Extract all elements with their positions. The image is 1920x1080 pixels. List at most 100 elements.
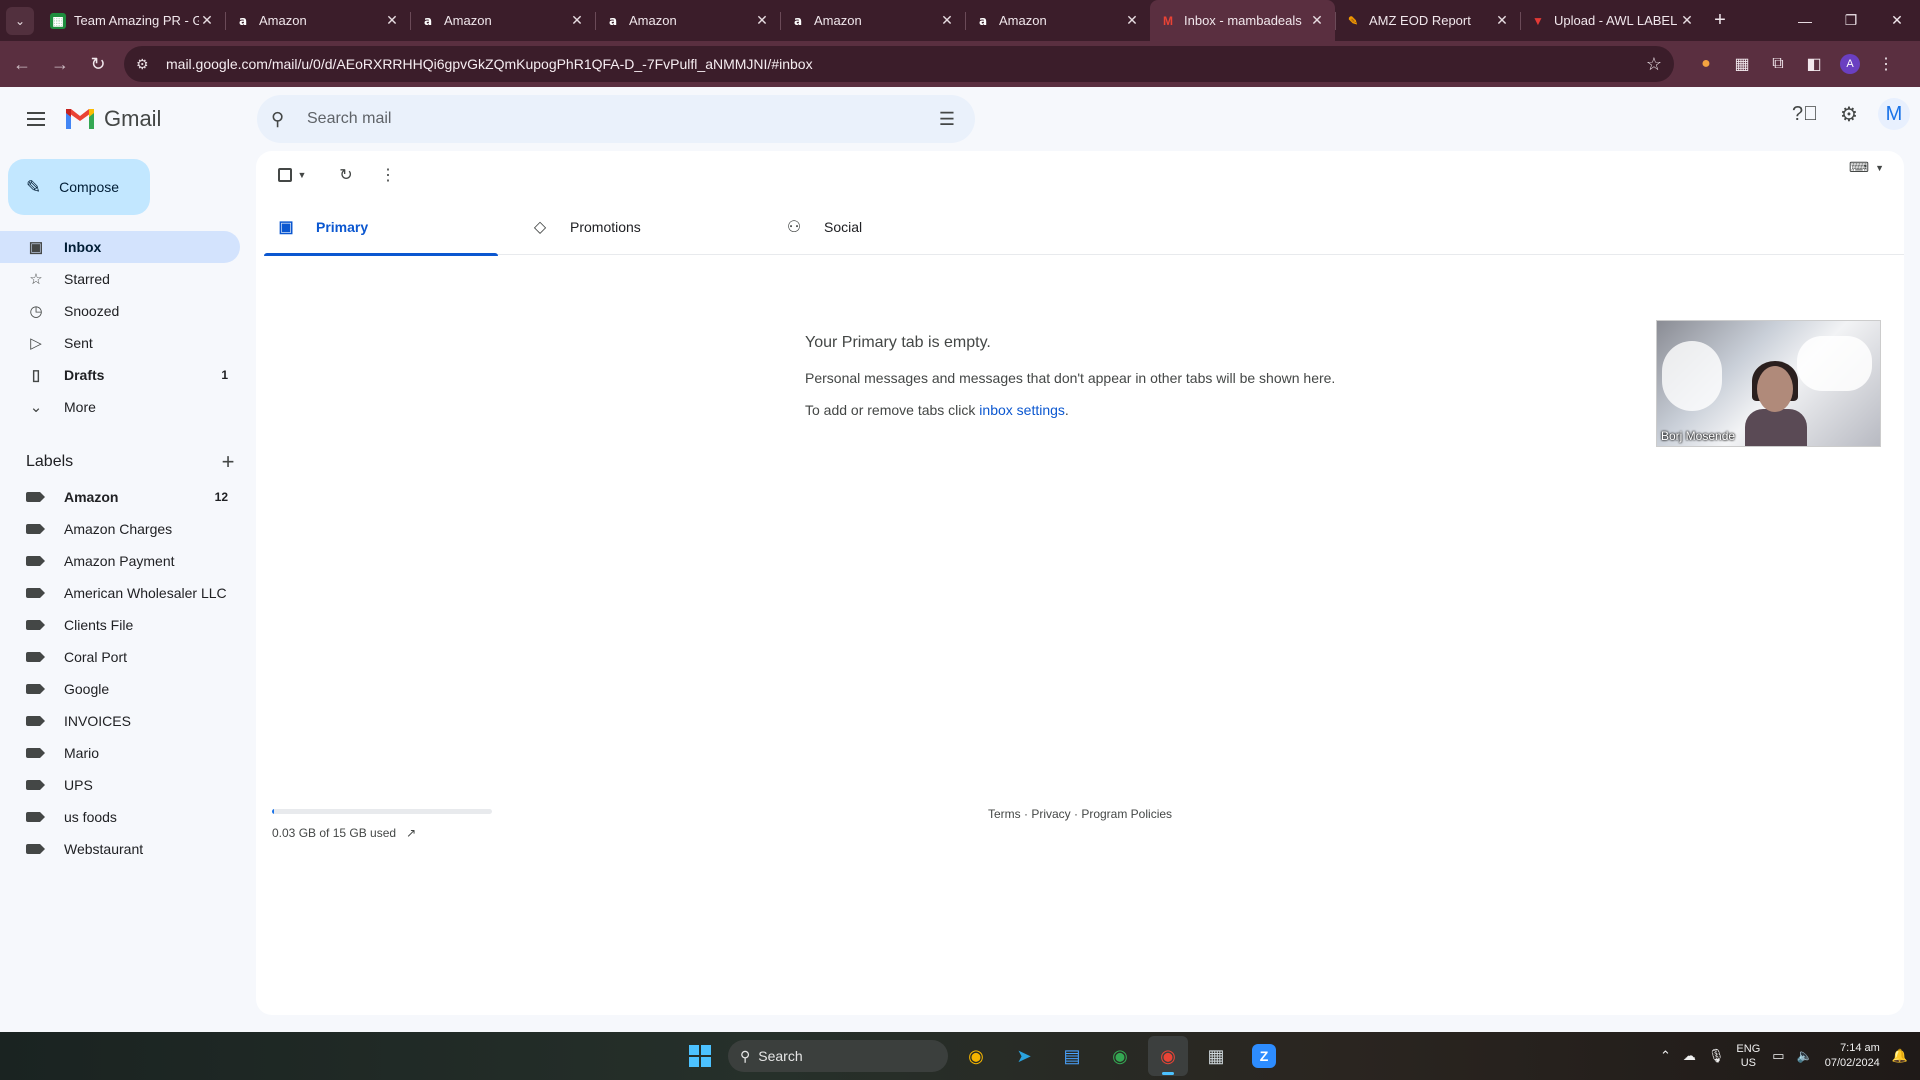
tab-promotions[interactable]: ◇ Promotions <box>518 199 772 255</box>
system-clock[interactable]: 7:14 am 07/02/2024 <box>1825 1041 1880 1071</box>
address-bar[interactable]: ⚙ mail.google.com/mail/u/0/d/AEoRXRRHHQi… <box>124 46 1674 82</box>
sidebar-item-sent[interactable]: ▷ Sent <box>0 327 240 359</box>
url-text[interactable]: mail.google.com/mail/u/0/d/AEoRXRRHHQi6g… <box>166 56 1646 72</box>
upload-icon: ▼ <box>1532 13 1544 28</box>
bookmark-star-icon[interactable]: ☆ <box>1646 54 1662 75</box>
forward-button[interactable]: → <box>44 48 76 80</box>
help-icon[interactable]: ?⃝ <box>1786 95 1824 133</box>
chrome-icon[interactable]: ◉ <box>1100 1036 1140 1076</box>
calculator-icon[interactable]: ▦ <box>1196 1036 1236 1076</box>
sidebar-item-more[interactable]: ⌄ More <box>0 391 240 423</box>
reload-button[interactable]: ↻ <box>82 48 114 80</box>
browser-tab-active[interactable]: M Inbox - mambadeals ✕ <box>1150 0 1335 41</box>
select-all-checkbox[interactable]: ▼ <box>272 155 312 195</box>
close-icon[interactable]: ✕ <box>199 12 215 29</box>
extension-orange-icon[interactable]: ● <box>1688 55 1724 73</box>
sidebar-label-amazon-payment[interactable]: Amazon Payment <box>0 545 240 577</box>
sidebar-label-webstaurant[interactable]: Webstaurant <box>0 833 240 865</box>
language-indicator[interactable]: ENG US <box>1736 1042 1760 1070</box>
chrome-icon[interactable]: ◉ <box>956 1036 996 1076</box>
inbox-settings-link[interactable]: inbox settings <box>979 402 1065 418</box>
caret-down-icon: ▼ <box>1875 162 1884 173</box>
close-icon[interactable]: ✕ <box>384 12 400 29</box>
sidebar-label-ups[interactable]: UPS <box>0 769 240 801</box>
microphone-icon[interactable]: 🎙 <box>1708 1048 1725 1064</box>
tab-social[interactable]: ⚇ Social <box>772 199 1026 255</box>
cloud-off-icon[interactable]: ☁ <box>1683 1048 1696 1064</box>
side-panel-icon[interactable]: ◧ <box>1796 54 1832 74</box>
sidebar-label-coral-port[interactable]: Coral Port <box>0 641 240 673</box>
close-icon[interactable]: ✕ <box>754 12 770 29</box>
sidebar-label-google[interactable]: Google <box>0 673 240 705</box>
browser-tab[interactable]: ▼ Upload - AWL LABEL ✕ <box>1520 0 1705 41</box>
browser-tab[interactable]: ▦ Team Amazing PR - G ✕ <box>40 0 225 41</box>
close-icon[interactable]: ✕ <box>1679 12 1695 29</box>
more-actions-button[interactable]: ⋮ <box>368 155 408 195</box>
tab-title: Upload - AWL LABEL <box>1554 13 1678 28</box>
kebab-menu-icon[interactable]: ⋮ <box>1868 54 1904 74</box>
close-icon[interactable]: ✕ <box>1494 12 1510 29</box>
search-icon[interactable]: ⚲ <box>271 109 299 130</box>
main-menu-icon[interactable] <box>12 95 60 143</box>
browser-profile-avatar[interactable]: A <box>1840 54 1860 74</box>
sidebar-label-mario[interactable]: Mario <box>0 737 240 769</box>
tab-primary[interactable]: ▣ Primary <box>264 199 518 256</box>
notepad-icon[interactable]: ▤ <box>1052 1036 1092 1076</box>
windows-start-icon[interactable] <box>680 1036 720 1076</box>
label-name: us foods <box>64 809 117 825</box>
search-input[interactable] <box>307 110 933 128</box>
browser-tab[interactable]: a Amazon ✕ <box>410 0 595 41</box>
extension-qr-icon[interactable]: ▦ <box>1724 54 1760 74</box>
zoom-icon[interactable]: Z <box>1244 1036 1284 1076</box>
sidebar-label-clients-file[interactable]: Clients File <box>0 609 240 641</box>
notification-bell-icon[interactable]: 🔔 <box>1892 1048 1908 1064</box>
keyboard-icon: ⌨ <box>1848 159 1870 175</box>
sidebar-item-inbox[interactable]: ▣ Inbox <box>0 231 240 263</box>
compose-button[interactable]: ✎ Compose <box>8 159 150 215</box>
network-icon[interactable]: ▭ <box>1772 1048 1784 1064</box>
sidebar-label-amazon[interactable]: Amazon 12 <box>0 481 240 513</box>
tab-search-button[interactable]: ⌄ <box>6 7 34 35</box>
browser-tab[interactable]: a Amazon ✕ <box>965 0 1150 41</box>
footer-links[interactable]: Terms · Privacy · Program Policies <box>988 807 1172 821</box>
sidebar-item-snoozed[interactable]: ◷ Snoozed <box>0 295 240 327</box>
sidebar-label-amazon-charges[interactable]: Amazon Charges <box>0 513 240 545</box>
sidebar-label-invoices[interactable]: INVOICES <box>0 705 240 737</box>
storage-bar-fill <box>272 809 275 814</box>
refresh-button[interactable]: ↻ <box>326 155 366 195</box>
close-icon[interactable]: ✕ <box>1309 12 1325 29</box>
sidebar-label-american-wholesaler[interactable]: American Wholesaler LLC <box>0 577 240 609</box>
caret-down-icon[interactable]: ▼ <box>298 170 307 180</box>
input-tools-button[interactable]: ⌨ ▼ <box>1849 159 1884 176</box>
search-options-icon[interactable]: ☰ <box>933 109 961 130</box>
settings-gear-icon[interactable]: ⚙ <box>1830 95 1868 133</box>
add-label-icon[interactable]: + <box>216 449 240 475</box>
search-bar[interactable]: ⚲ ☰ <box>257 95 975 143</box>
close-icon[interactable]: ✕ <box>569 12 585 29</box>
telegram-icon[interactable]: ➤ <box>1004 1036 1044 1076</box>
sidebar-item-drafts[interactable]: ▯ Drafts 1 <box>0 359 240 391</box>
site-info-icon[interactable]: ⚙ <box>136 56 156 73</box>
browser-tab[interactable]: a Amazon ✕ <box>595 0 780 41</box>
open-in-new-icon[interactable]: ↗ <box>406 826 416 840</box>
gmail-logo[interactable]: Gmail <box>64 106 161 132</box>
chevron-up-icon[interactable]: ⌃ <box>1660 1048 1671 1064</box>
close-window-icon[interactable]: ✕ <box>1874 12 1920 29</box>
browser-tab[interactable]: a Amazon ✕ <box>780 0 965 41</box>
close-icon[interactable]: ✕ <box>1124 12 1140 29</box>
video-call-overlay[interactable]: Borj Mosende <box>1656 320 1881 447</box>
extensions-puzzle-icon[interactable]: ⧉ <box>1760 55 1796 73</box>
sidebar-item-starred[interactable]: ☆ Starred <box>0 263 240 295</box>
account-avatar[interactable]: M <box>1878 98 1910 130</box>
new-tab-button[interactable]: + <box>1705 5 1735 35</box>
browser-tab[interactable]: ✎ AMZ EOD Report ✕ <box>1335 0 1520 41</box>
chrome-profile-icon[interactable]: ◉ <box>1148 1036 1188 1076</box>
restore-icon[interactable]: ❐ <box>1828 12 1874 29</box>
back-button[interactable]: ← <box>6 48 38 80</box>
volume-icon[interactable]: 🔈 <box>1797 1048 1813 1064</box>
sidebar-label-us-foods[interactable]: us foods <box>0 801 240 833</box>
browser-tab[interactable]: a Amazon ✕ <box>225 0 410 41</box>
minimize-icon[interactable]: — <box>1782 13 1828 29</box>
taskbar-search[interactable]: ⚲ Search <box>728 1040 948 1072</box>
close-icon[interactable]: ✕ <box>939 12 955 29</box>
